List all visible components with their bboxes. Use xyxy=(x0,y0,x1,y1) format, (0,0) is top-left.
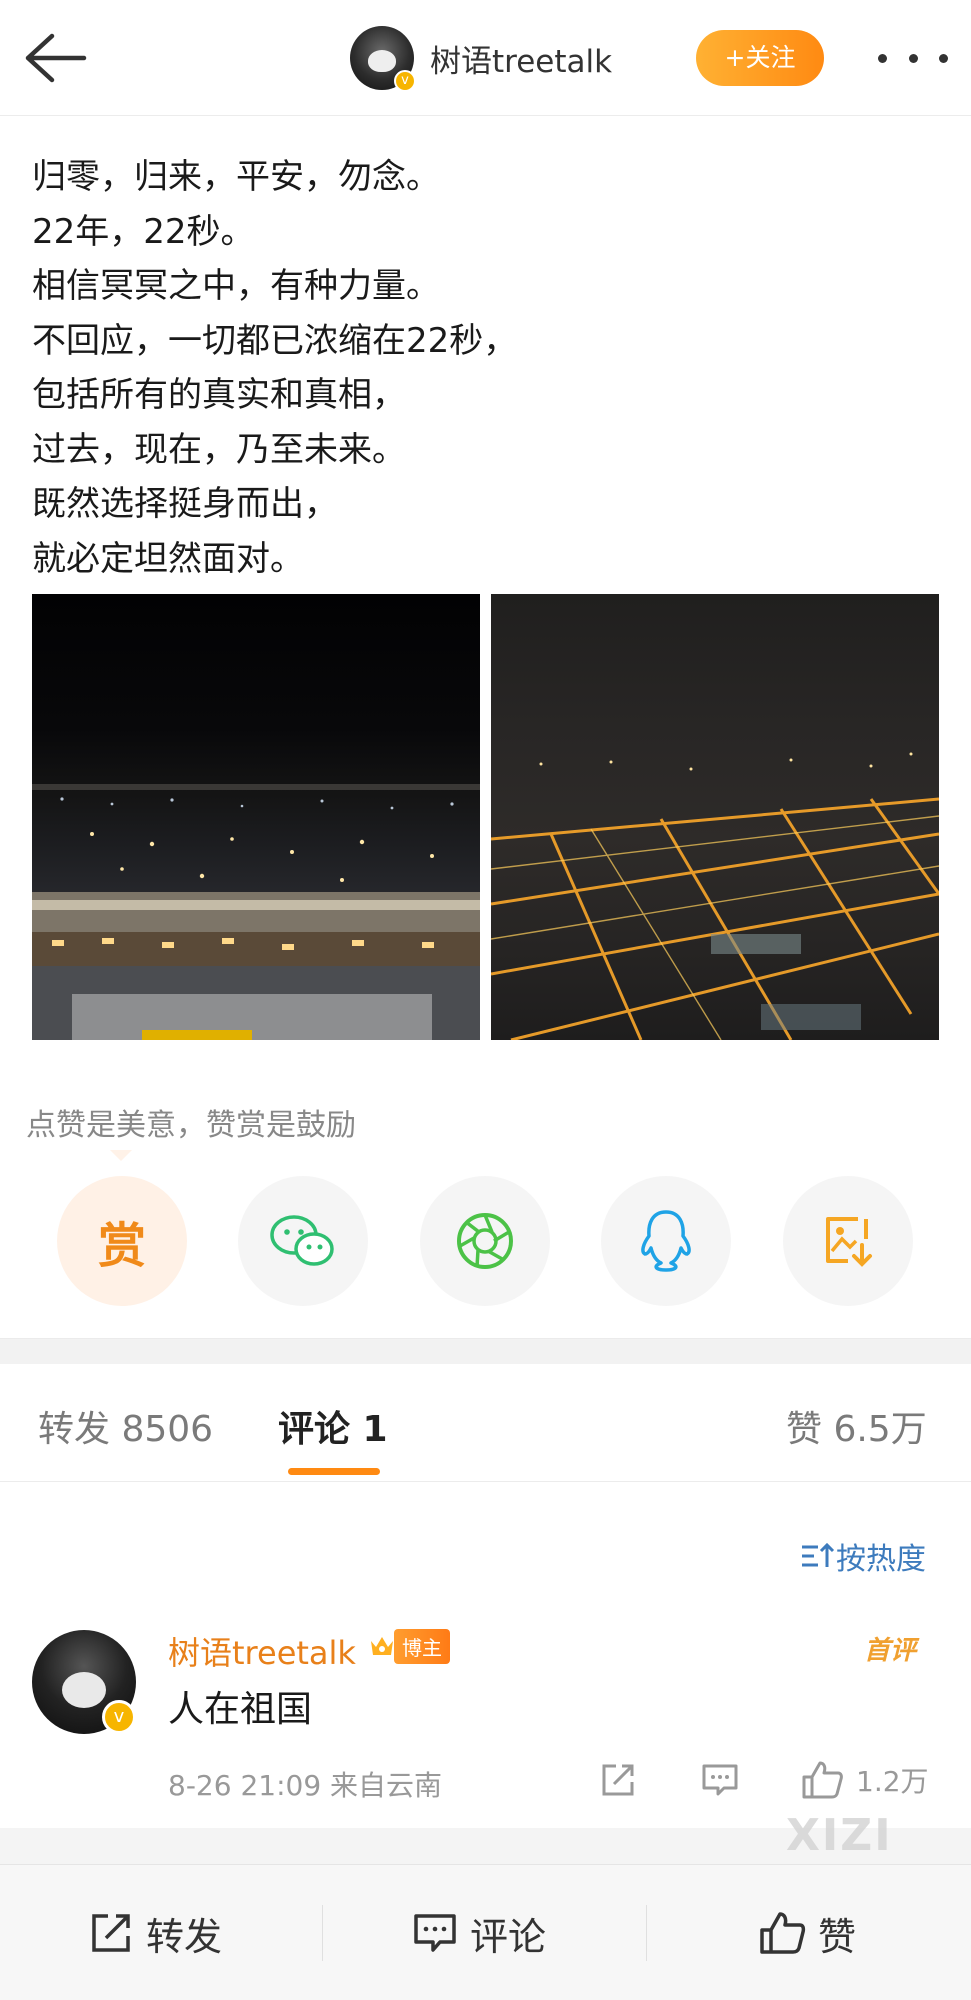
author-header[interactable]: v 树语treetalk xyxy=(350,26,612,92)
post-line: 就必定坦然面对。 xyxy=(32,538,304,579)
save-image-icon xyxy=(826,1217,872,1267)
moments-icon xyxy=(457,1213,513,1269)
section-divider xyxy=(0,1338,971,1364)
avatar[interactable]: v xyxy=(350,26,416,92)
crown-icon xyxy=(371,1637,393,1655)
post-body: 归零，归来，平安，勿念。 22年，22秒。 相信冥冥之中，有种力量。 不回应，一… xyxy=(32,150,942,586)
weibo-post-page: v 树语treetalk +关注 归零，归来，平安，勿念。 22年，22秒。 相… xyxy=(0,0,971,2000)
follow-button[interactable]: +关注 xyxy=(696,30,824,86)
comment-meta: 8-26 21:09 来自云南 xyxy=(168,1769,443,1802)
active-tab-indicator xyxy=(288,1468,380,1475)
sort-by-hot-button[interactable]: 按热度 xyxy=(800,1534,926,1578)
wechat-icon xyxy=(270,1215,334,1266)
top-nav-bar: v 树语treetalk +关注 xyxy=(0,0,971,116)
interaction-tabs: 转发 8506 评论 1 赞 6.5万 xyxy=(0,1364,971,1482)
watermark: XIZI xyxy=(786,1810,893,1861)
author-badge: 博主 xyxy=(368,1628,450,1664)
divider xyxy=(322,1905,323,1961)
share-moments-button[interactable] xyxy=(420,1176,550,1306)
tab-like[interactable]: 赞 6.5万 xyxy=(786,1400,927,1452)
save-image-button[interactable] xyxy=(783,1176,913,1306)
reward-label: 赏 xyxy=(97,1218,146,1274)
share-row: 赏 xyxy=(0,1176,971,1306)
bottom-action-bar: 转发 评论 赞 xyxy=(0,1864,971,2000)
like-button[interactable]: 赞 xyxy=(758,1903,856,1963)
post-line: 不回应，一切都已浓缩在22秒， xyxy=(32,320,518,361)
tab-repost[interactable]: 转发 8506 xyxy=(38,1400,213,1452)
comment-icon xyxy=(414,1914,456,1952)
qq-icon xyxy=(641,1210,691,1272)
commenter-avatar[interactable]: v xyxy=(32,1630,136,1734)
tab-comment[interactable]: 评论 1 xyxy=(278,1400,388,1452)
more-dots-icon[interactable] xyxy=(878,38,948,78)
post-line: 包括所有的真实和真相， xyxy=(32,375,406,415)
share-qq-button[interactable] xyxy=(601,1176,731,1306)
comment-like-count: 1.2万 xyxy=(856,1765,929,1798)
comment-like-button[interactable]: 1.2万 xyxy=(800,1760,929,1800)
post-line: 既然选择挺身而出， xyxy=(32,484,338,524)
sort-label: 按热度 xyxy=(836,1542,926,1577)
post-line: 过去，现在，乃至未来。 xyxy=(32,429,406,470)
repost-label: 转发 xyxy=(146,1914,223,1959)
author-name[interactable]: 树语treetalk xyxy=(430,36,612,81)
sort-icon xyxy=(802,1542,835,1567)
post-line: 归零，归来，平安，勿念。 xyxy=(32,157,440,197)
thumbs-up-icon xyxy=(802,1761,843,1799)
like-label: 赞 xyxy=(818,1914,857,1959)
reward-button[interactable]: 赏 xyxy=(57,1176,187,1306)
comment-repost-button[interactable] xyxy=(598,1760,638,1800)
night-airport-photo[interactable] xyxy=(32,594,480,1040)
thumbs-up-icon xyxy=(760,1912,806,1954)
repost-button[interactable]: 转发 xyxy=(88,1903,222,1963)
first-comment-badge: 首评 xyxy=(864,1636,917,1666)
night-city-aerial-photo[interactable] xyxy=(491,594,939,1040)
reward-hint: 点赞是美意，赞赏是鼓励 xyxy=(26,1108,356,1143)
comment-reply-button[interactable] xyxy=(700,1760,740,1800)
commenter-name[interactable]: 树语treetalk xyxy=(168,1628,356,1674)
arrow-left-icon xyxy=(25,33,87,83)
divider xyxy=(646,1905,647,1961)
comment-label: 评论 xyxy=(470,1914,547,1959)
comment-text: 人在祖国 xyxy=(168,1689,313,1730)
hint-arrow xyxy=(110,1150,132,1161)
share-wechat-button[interactable] xyxy=(238,1176,368,1306)
post-line: 相信冥冥之中，有种力量。 xyxy=(32,266,440,306)
comment-button[interactable]: 评论 xyxy=(412,1903,546,1963)
comment-icon xyxy=(702,1764,738,1796)
back-button[interactable] xyxy=(18,28,98,88)
share-icon xyxy=(602,1764,634,1796)
post-line: 22年，22秒。 xyxy=(32,211,255,252)
verified-badge-icon: v xyxy=(394,70,416,92)
share-icon xyxy=(92,1914,130,1952)
verified-badge-icon: v xyxy=(102,1700,136,1734)
author-badge-label: 博主 xyxy=(394,1628,450,1664)
